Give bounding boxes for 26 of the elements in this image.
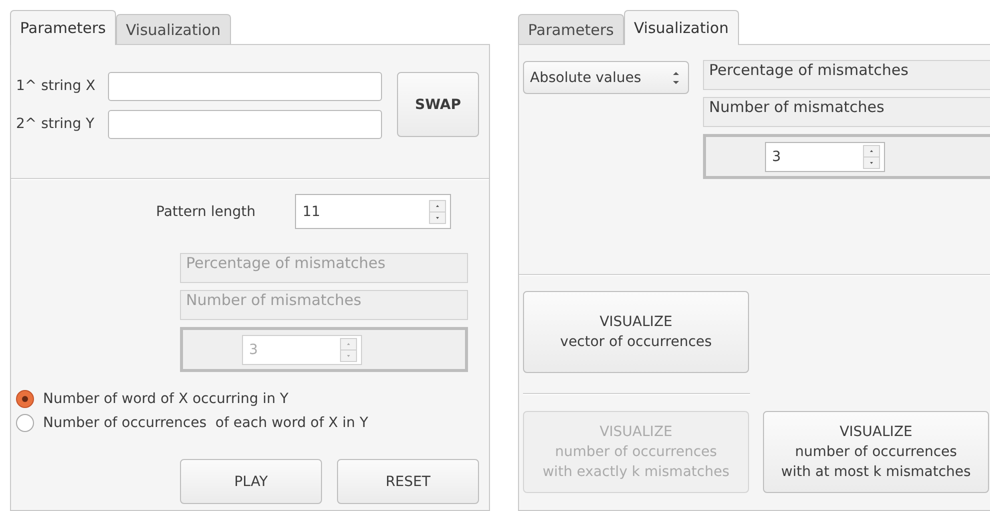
field-label: 1^ string X (16, 77, 96, 96)
input-field[interactable] (108, 110, 382, 139)
tab[interactable]: Visualization (624, 10, 739, 45)
spin-arrows-icon[interactable] (429, 200, 446, 224)
visualize-button[interactable]: VISUALIZE number of occurrences with at most k mismatches (763, 411, 989, 493)
radio-label: Number of occurrences of each word of X in Y (43, 415, 368, 431)
radio-button[interactable] (16, 390, 34, 408)
tab[interactable]: Parameters (10, 10, 116, 45)
updown-icon (673, 72, 679, 84)
action-button[interactable]: PLAY (180, 459, 322, 504)
radio-button[interactable] (16, 414, 34, 432)
radio-label: Number of word of X occurring in Y (43, 391, 288, 407)
mode-dropdown[interactable]: Absolute values (523, 61, 689, 94)
tab[interactable]: Visualization (116, 14, 231, 44)
spin-box[interactable]: 11 (295, 194, 452, 229)
field-label: Pattern length (156, 204, 256, 220)
section-header[interactable]: Percentage of mismatches (703, 60, 990, 90)
tab[interactable]: Parameters (518, 14, 624, 44)
input-field[interactable] (108, 72, 382, 101)
spin-arrows-icon[interactable] (863, 144, 880, 168)
visualize-button[interactable]: VISUALIZE vector of occurrences (523, 291, 749, 373)
section-header[interactable]: Number of mismatches (703, 97, 990, 127)
spin-box[interactable]: 3 (765, 142, 885, 172)
swap-button[interactable]: SWAP (397, 72, 479, 137)
action-button[interactable]: RESET (337, 459, 479, 504)
field-label: 2^ string Y (16, 115, 96, 134)
